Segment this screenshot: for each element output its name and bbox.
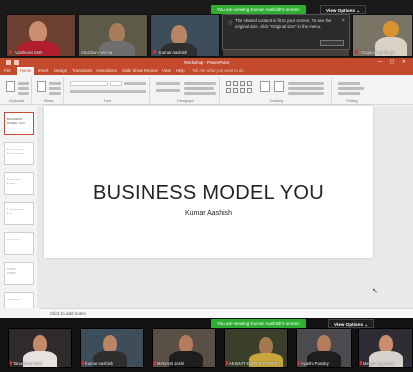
window-controls[interactable]: — ▢ ✕ [377,58,409,67]
tab-file[interactable]: File [4,67,11,75]
got-it-button[interactable] [320,40,344,46]
title-bar: Workshop - PowerPoint — ▢ ✕ [0,58,413,67]
slide-title[interactable]: BUSINESS MODEL YOU [44,182,373,205]
slide-canvas[interactable]: BUSINESS MODEL YOU Kumar Aashish ↖ [44,106,378,295]
slide-thumbnail-pane: BUSINESS MODEL YOU • ————— • ————— • ———… [0,106,38,308]
info-icon: ⓘ [228,20,233,25]
screen-share-banner: You are viewing Kumar Aashish's screen [211,319,306,328]
ribbon: Clipboard Slides Font Paragraph Drawing … [0,75,413,105]
shape-fill-option[interactable] [288,82,324,85]
ribbon-group-drawing: Drawing [222,77,332,103]
screen-share-banner: You are viewing Kumar Aashish's screen [211,5,306,14]
view-options-button[interactable]: View Options ⌄ [320,5,367,14]
video-tile[interactable]: Shubham Verma [78,14,148,57]
muted-mic-icon [82,361,84,365]
tell-me-search[interactable]: Tell me what you want to do [192,67,244,75]
muted-mic-icon [298,361,300,365]
find-option[interactable] [338,82,360,85]
participant-name: Tanushree Seth [13,361,43,366]
font-size-field[interactable] [110,81,122,86]
video-tile[interactable]: Ayushi Pandey [296,328,352,368]
participant-name: Shubham Verma [81,50,113,55]
participant-name: Megan Aggarwal [363,361,395,366]
tab-slide-show[interactable]: Slide Show [122,67,143,75]
participant-video [171,25,187,45]
tab-transitions[interactable]: Transitions [72,67,92,75]
participant-video [29,21,47,43]
window-title: Workshop - PowerPoint [183,60,230,65]
ribbon-group-font: Font [66,77,150,103]
participant-video [383,21,399,37]
slide-subtitle[interactable]: Kumar Aashish [44,210,373,217]
participant-name: MANASI Joshi [157,361,184,366]
muted-mic-icon [154,361,156,365]
participant-strip-bottom: You are viewing Kumar Aashish's screen V… [0,318,413,372]
tab-view[interactable]: View [162,67,171,75]
muted-mic-icon [9,50,12,54]
muted-mic-icon [153,50,156,54]
muted-mic-icon [355,50,358,54]
tab-review[interactable]: Review [144,67,158,75]
save-icon[interactable] [6,60,11,65]
participant-name: Kumar Aashish [159,50,188,55]
tab-help[interactable]: Help [176,67,185,75]
participant-video [109,23,125,43]
video-tile[interactable]: Megan Aggarwal [358,328,413,368]
participant-name: Kumar Aashish [85,361,114,366]
zoom-window: You are viewing Kumar Aashish's screen V… [0,0,413,372]
view-options-button[interactable]: View Options ⌄ [328,319,375,328]
close-icon[interactable]: × [341,18,345,24]
ribbon-group-paragraph: Paragraph [152,77,220,103]
tab-design[interactable]: Design [54,67,67,75]
video-tile[interactable]: Tanushree Seth [8,328,72,368]
ribbon-group-clipboard: Clipboard [2,77,32,103]
video-tile[interactable]: Kumar Aashish [150,14,220,57]
notes-pane[interactable]: Click to add notes [40,308,413,318]
video-tile[interactable]: Gagandeep Singh [352,14,413,57]
video-tile[interactable]: AKSHAT KUMAR PATERIA [224,328,288,368]
participant-name: AKSHAT KUMAR PATERIA [229,361,281,366]
shape-outline-option[interactable] [288,87,324,90]
muted-mic-icon [360,361,362,365]
muted-mic-icon [226,361,228,365]
ribbon-tabs: File Home Insert Design Transitions Anim… [0,67,413,75]
text-direction-option[interactable] [184,82,216,85]
slide-thumbnail[interactable]: ———— [4,292,34,308]
slide-thumbnail[interactable]: • ————— • — [4,202,34,225]
video-tile[interactable]: Vaishnavi Seth [6,14,76,57]
participant-strip-top: You are viewing Kumar Aashish's screen V… [0,0,413,58]
participant-name: Ayushi Pandey [301,361,329,366]
undo-icon[interactable] [14,60,19,65]
notification-message: The shared content is fit to your screen… [235,18,332,29]
smartart-option[interactable] [184,92,216,95]
paste-icon[interactable] [6,81,15,92]
quick-styles-icon[interactable] [274,81,284,92]
video-tile[interactable]: Kumar Aashish [80,328,144,368]
participant-name: Vaishnavi Seth [15,50,43,55]
shape-effects-option[interactable] [288,92,324,95]
slide-thumbnail[interactable]: • ————— • ————— [4,142,34,165]
slide-thumbnail[interactable]: • ———— • —— [4,172,34,195]
tab-home[interactable]: Home [17,67,35,75]
slide-thumbnail[interactable]: BUSINESS MODEL YOU [4,112,34,135]
new-slide-icon[interactable] [37,81,46,92]
participant-name: Gagandeep Singh [361,50,395,55]
select-option[interactable] [338,92,360,95]
align-text-option[interactable] [184,87,214,90]
powerpoint-window: Workshop - PowerPoint — ▢ ✕ File Home In… [0,58,413,318]
replace-option[interactable] [338,87,364,90]
slide-thumbnail[interactable]: ▭▭▭ ▭▭▭ [4,262,34,285]
mouse-cursor-icon: ↖ [372,288,378,295]
ribbon-group-editing: Editing [334,77,370,103]
slide-thumbnail[interactable]: ———— [4,232,34,255]
font-name-field[interactable] [70,81,108,86]
ribbon-group-slides: Slides [34,77,64,103]
tab-insert[interactable]: Insert [38,67,48,75]
muted-mic-icon [10,361,12,365]
font-format-buttons[interactable] [70,90,146,93]
video-tile[interactable]: MANASI Joshi [152,328,216,368]
arrange-icon[interactable] [260,81,270,92]
fit-screen-notification: ⓘ The shared content is fit to your scre… [222,14,350,50]
tab-animations[interactable]: Animations [96,67,117,75]
